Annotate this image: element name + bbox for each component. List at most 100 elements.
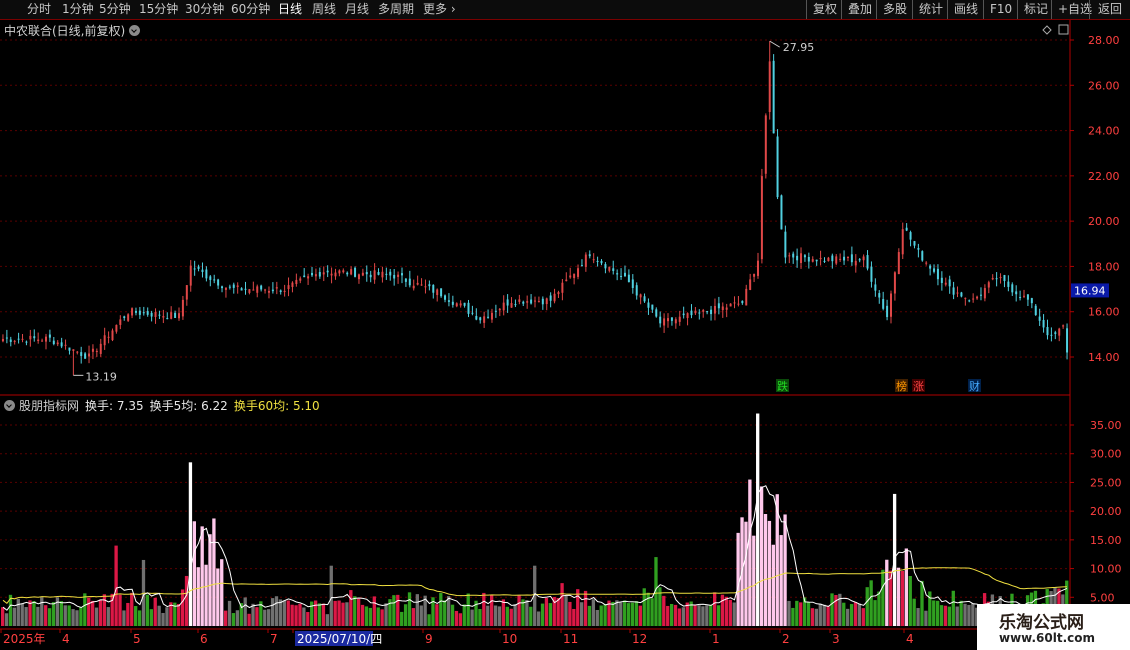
candle-body [162,316,165,318]
turnover-bar [396,594,400,626]
turnover-bar [619,602,623,626]
candle-body [447,300,450,302]
candle-body [913,241,916,246]
turnover-bar [270,598,275,626]
candle-body [846,257,849,259]
period-tab-5[interactable]: 60分钟 [231,0,270,19]
turnover-bar [493,605,498,626]
turnover-bar [450,604,455,626]
candle-body [432,284,435,293]
turnover-bar [341,602,345,626]
turnover-bar [795,600,799,626]
candle-body [271,289,274,292]
toolbar-button-0[interactable]: 复权 [806,0,841,19]
candle-body [287,285,290,290]
turnover-bar [877,591,881,626]
turnover-bar [87,597,91,626]
turnover-bar [294,605,298,626]
turnover-bar [235,610,240,626]
candle-body [612,268,615,271]
candle-body [639,294,642,298]
price-tick-label: 20.00 [1088,215,1120,228]
price-tick-label: 14.00 [1088,351,1120,364]
candle-body [870,266,873,282]
toolbar-button-6[interactable]: 标记 [1017,0,1051,19]
turnover-bar [638,605,642,626]
candle-body [490,312,493,320]
turnover-bar [869,580,873,626]
period-tab-6[interactable]: 日线 [278,0,302,19]
turnover-bar [630,602,635,626]
turnover-bar [247,613,251,626]
candle-body [760,176,763,260]
candle-body [240,288,243,291]
candle-body [745,288,748,306]
candle-body [905,227,908,231]
candle-body [976,296,979,299]
candle-body [451,301,454,305]
candle-body [580,265,583,267]
candle-body [311,272,314,276]
turnover-bar [501,599,506,626]
candle-body [99,343,102,354]
candle-body [303,275,306,278]
toolbar-button-3[interactable]: 统计 [912,0,947,19]
period-tab-10[interactable]: 更多 › [423,0,456,19]
turnover-bar [16,598,20,626]
turnover-bar [548,603,553,626]
toolbar-button-8[interactable]: 返回 [1089,0,1130,19]
turnover-bar [353,596,357,626]
candle-body [166,318,169,320]
turnover-bar [799,602,803,626]
toolbar-button-2[interactable]: 多股 [876,0,912,19]
stock-chart[interactable]: 28.00 26.00 24.00 22.00 20.00 18.00 16.00 14.00… [0,20,1130,650]
candle-body [929,265,932,269]
turnover-bar [842,602,846,626]
period-tab-9[interactable]: 多周期 [378,0,414,19]
turnover-bar [572,608,576,626]
candle-body [686,313,689,319]
candle-body [224,287,227,290]
turnover-bar [885,559,889,626]
candle-body [1034,305,1037,315]
candle-body [659,316,662,324]
date-label-0: 2025年 [3,632,46,646]
turnover-bar [149,609,153,626]
candle-body [275,287,278,289]
turnover-bar [536,611,541,626]
toolbar-button-5[interactable]: F10 [983,0,1017,19]
candle-body [181,299,184,317]
candle-body [232,284,235,288]
turnover-bar [298,603,302,626]
turnover-bar [157,605,161,626]
turnover-bar [47,608,52,626]
turnover-bar [67,605,71,626]
toolbar-button-1[interactable]: 叠加 [841,0,876,19]
period-tab-2[interactable]: 5分钟 [99,0,131,19]
period-tab-0[interactable]: 分时 [27,0,51,19]
candle-body [1023,295,1026,297]
candle-body [725,307,728,310]
turnover-bar [435,604,439,626]
candle-body [142,312,145,314]
turnover-bar [896,567,901,626]
toolbar-button-7[interactable]: +自选 [1051,0,1092,19]
candle-body [260,285,263,290]
candle-body [944,282,947,285]
candle-body [655,309,658,317]
turnover-bar [583,590,588,626]
candle-body [670,317,673,321]
period-tab-4[interactable]: 30分钟 [185,0,224,19]
candle-body [631,279,634,288]
turnover-bar [357,598,361,626]
turnover-bar [611,601,615,626]
date-label-8: 11 [563,632,578,646]
period-tab-3[interactable]: 15分钟 [139,0,178,19]
period-tab-1[interactable]: 1分钟 [62,0,94,19]
candle-body [170,312,173,319]
period-tab-8[interactable]: 月线 [345,0,369,19]
toolbar-button-4[interactable]: 画线 [947,0,983,19]
period-tab-7[interactable]: 周线 [312,0,336,19]
turnover-bar [560,583,564,626]
candle-body [674,319,677,324]
